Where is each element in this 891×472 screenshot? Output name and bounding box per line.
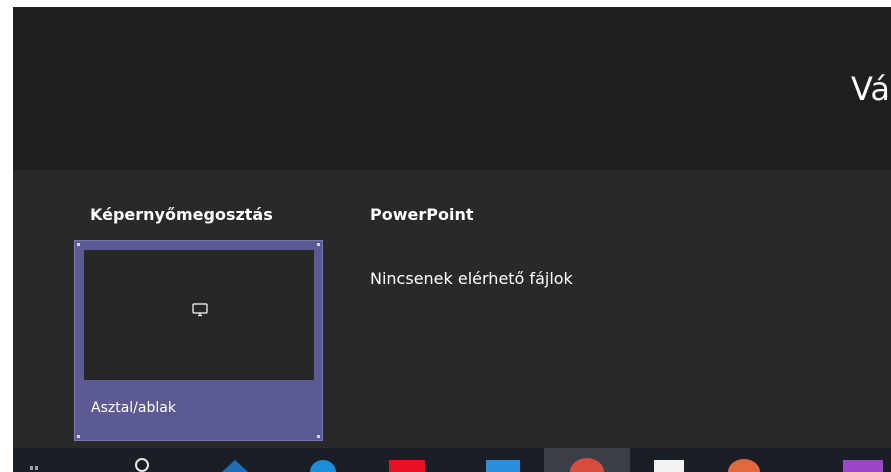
monitor-icon bbox=[192, 303, 208, 317]
start-icon[interactable] bbox=[29, 464, 45, 470]
desktop-preview bbox=[84, 250, 314, 380]
share-content-panel: Képernyőmegosztás PowerPoint Asztal/abla… bbox=[13, 170, 891, 448]
dialog-header: Vá bbox=[13, 7, 891, 170]
screen-share-heading: Képernyőmegosztás bbox=[90, 205, 273, 224]
taskbar bbox=[13, 448, 891, 472]
browser-icon[interactable] bbox=[308, 458, 338, 472]
share-dialog: Vá Képernyőmegosztás PowerPoint Asztal/a… bbox=[13, 7, 891, 472]
powerpoint-heading: PowerPoint bbox=[370, 205, 474, 224]
tile-corner-mark bbox=[77, 243, 80, 246]
no-files-message: Nincsenek elérhető fájlok bbox=[370, 269, 573, 288]
onenote-icon[interactable] bbox=[843, 460, 883, 472]
tile-corner-mark bbox=[317, 243, 320, 246]
tile-corner-mark bbox=[77, 435, 80, 438]
desktop-window-share-tile[interactable]: Asztal/ablak bbox=[74, 240, 323, 441]
tile-label: Asztal/ablak bbox=[91, 400, 176, 416]
paint-icon[interactable] bbox=[654, 460, 684, 472]
chrome-icon bbox=[570, 458, 604, 472]
search-icon[interactable] bbox=[131, 457, 153, 472]
app-red-icon[interactable] bbox=[389, 460, 425, 472]
edge-icon[interactable] bbox=[220, 458, 250, 472]
dialog-title: Vá bbox=[851, 70, 891, 108]
taskbar-active-item[interactable] bbox=[544, 448, 630, 472]
app-blue-icon[interactable] bbox=[486, 460, 520, 472]
powerpoint-icon[interactable] bbox=[726, 458, 762, 472]
tile-corner-mark bbox=[317, 435, 320, 438]
